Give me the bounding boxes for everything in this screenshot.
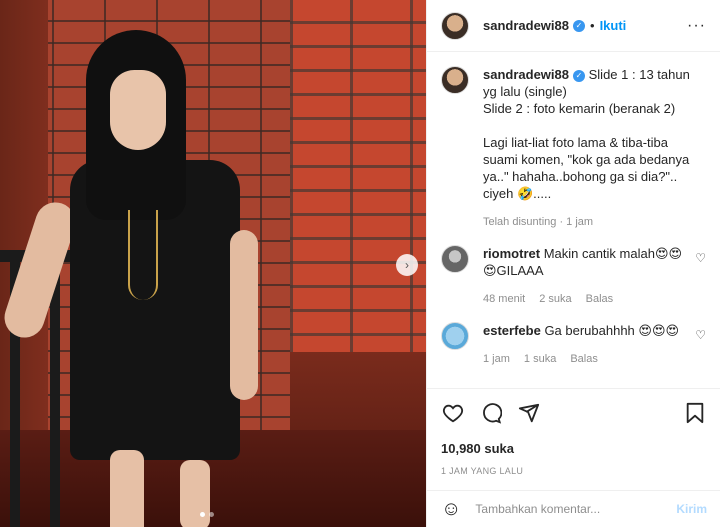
likes-count[interactable]: 10,980 suka xyxy=(441,441,707,456)
comment-time[interactable]: 48 menit xyxy=(483,291,525,308)
avatar[interactable] xyxy=(441,11,469,40)
bookmark-icon[interactable] xyxy=(683,401,707,425)
caption-time[interactable]: 1 jam xyxy=(566,216,593,228)
add-comment-bar: ☺ Kirim xyxy=(427,490,720,527)
comment-text: Ga berubahhhh 😍😍😍 xyxy=(544,323,680,338)
verified-badge-icon: ✓ xyxy=(573,69,585,82)
edited-label: Telah disunting xyxy=(483,216,557,228)
next-slide-button[interactable]: › xyxy=(396,254,418,276)
reply-button[interactable]: Balas xyxy=(570,351,598,368)
verified-badge-icon: ✓ xyxy=(573,19,585,32)
comment-avatar[interactable] xyxy=(441,245,469,273)
leg-left xyxy=(110,450,144,527)
post-modal: › sandradewi88 ✓ • Ikuti ··· sandradewi8… xyxy=(0,0,720,527)
post-side-panel: sandradewi88 ✓ • Ikuti ··· sandradewi88 ✓… xyxy=(426,0,720,527)
arm-right xyxy=(230,230,258,400)
brick-pillar xyxy=(290,0,426,360)
carousel-dots xyxy=(200,512,214,517)
carousel-dot xyxy=(209,512,214,517)
comment-likes[interactable]: 2 suka xyxy=(539,291,571,308)
caption-username[interactable]: sandradewi88 xyxy=(483,67,569,82)
comment-username[interactable]: riomotret xyxy=(483,246,540,261)
chevron-right-icon: › xyxy=(405,258,409,272)
post-photo[interactable]: › xyxy=(0,0,426,527)
post-actions: 10,980 suka 1 JAM YANG LALU xyxy=(427,388,720,476)
caption-text: Slide 1 : 13 tahun yg lalu (single) Slid… xyxy=(483,67,690,201)
caption-meta: Telah disunting · 1 jam xyxy=(483,216,594,228)
header-separator: • xyxy=(590,18,595,33)
comment-input[interactable] xyxy=(475,502,677,516)
comments-list[interactable]: sandradewi88 ✓ Slide 1 : 13 tahun yg lalu… xyxy=(427,52,720,388)
post-timestamp: 1 JAM YANG LALU xyxy=(441,466,524,476)
emoji-icon[interactable]: ☺ xyxy=(441,498,461,521)
caption-avatar[interactable] xyxy=(441,66,469,94)
action-icons xyxy=(441,401,707,425)
face xyxy=(110,70,166,150)
carousel-dot-active xyxy=(200,512,205,517)
comment-time[interactable]: 1 jam xyxy=(483,351,510,368)
follow-button[interactable]: Ikuti xyxy=(600,18,627,33)
reply-button[interactable]: Balas xyxy=(586,291,614,308)
comment-likes[interactable]: 1 suka xyxy=(524,351,556,368)
post-header: sandradewi88 ✓ • Ikuti ··· xyxy=(427,0,720,52)
comment-icon[interactable] xyxy=(479,401,503,425)
comment-heart-icon[interactable]: ♡ xyxy=(695,251,706,265)
share-icon[interactable] xyxy=(517,401,541,425)
post-comment-button[interactable]: Kirim xyxy=(676,502,707,516)
necklace xyxy=(128,210,158,300)
comment-heart-icon[interactable]: ♡ xyxy=(695,328,706,342)
more-horizontal-icon[interactable]: ··· xyxy=(687,17,706,35)
heart-icon[interactable] xyxy=(441,401,465,425)
comment-username[interactable]: esterfebe xyxy=(483,323,541,338)
comment-item: riomotret Makin cantik malah😍😍😍GILAAA 48… xyxy=(441,245,706,308)
person-figure xyxy=(0,30,290,527)
comment-item: esterfebe Ga berubahhhh 😍😍😍 1 jam 1 suka… xyxy=(441,322,706,368)
comment-avatar[interactable] xyxy=(441,322,469,350)
caption: sandradewi88 ✓ Slide 1 : 13 tahun yg lalu… xyxy=(441,66,706,231)
header-username[interactable]: sandradewi88 xyxy=(483,18,569,33)
comment-meta: 1 jam 1 suka Balas xyxy=(483,351,692,368)
comment-meta: 48 menit 2 suka Balas xyxy=(483,291,692,308)
